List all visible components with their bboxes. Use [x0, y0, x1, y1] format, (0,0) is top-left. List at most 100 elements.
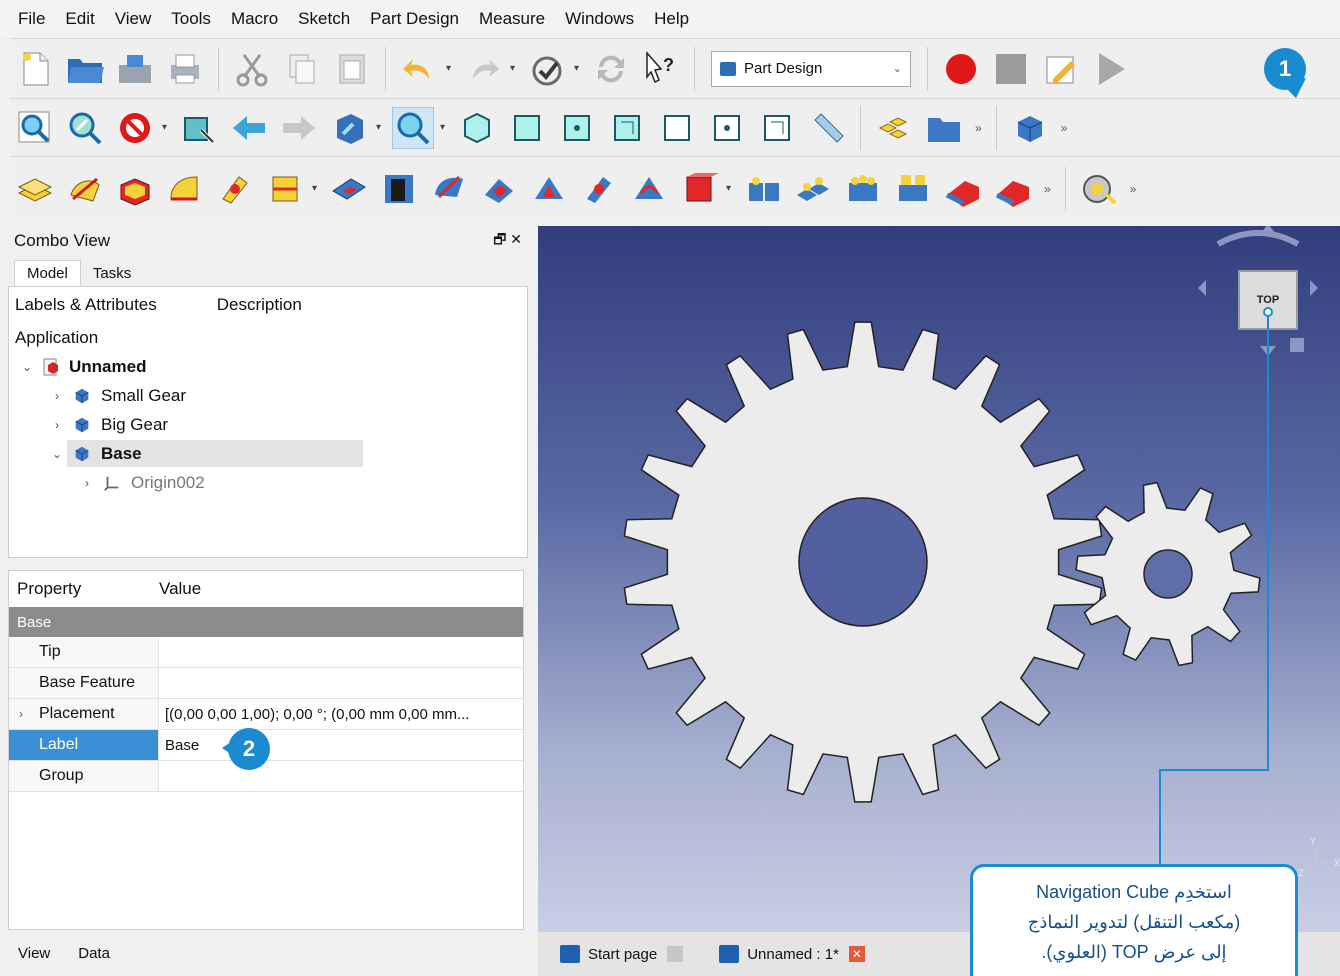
draw-style-dropdown-icon[interactable]: ▾: [162, 122, 172, 133]
tree-row-big-gear[interactable]: › Big Gear: [9, 410, 527, 439]
menu-file[interactable]: File: [18, 9, 45, 29]
tree-row-small-gear[interactable]: › Small Gear: [9, 381, 527, 410]
navcube-arrow-up-icon[interactable]: [1260, 226, 1276, 234]
std-view-icon[interactable]: [328, 107, 370, 149]
sync-view-icon[interactable]: [392, 106, 434, 149]
close-icon[interactable]: [667, 946, 684, 962]
property-row-base-feature[interactable]: Base Feature: [9, 668, 523, 699]
close-icon[interactable]: ✕: [848, 946, 865, 962]
view-rear-icon[interactable]: [656, 107, 698, 149]
menu-view[interactable]: View: [115, 9, 152, 29]
fillet-icon[interactable]: [942, 168, 984, 210]
macro-run-icon[interactable]: [1090, 48, 1132, 90]
chevron-down-icon[interactable]: ⌄: [47, 447, 67, 461]
mirrored-icon[interactable]: [742, 168, 784, 210]
macro-edit-icon[interactable]: [1040, 48, 1082, 90]
attach-sketch-icon[interactable]: [64, 168, 106, 210]
view-front-icon[interactable]: [506, 107, 548, 149]
property-row-placement[interactable]: › Placement [(0,00 0,00 1,00); 0,00 °; (…: [9, 699, 523, 730]
menu-help[interactable]: Help: [654, 9, 689, 29]
redo-dropdown-icon[interactable]: ▾: [510, 63, 520, 74]
groove-icon[interactable]: [428, 168, 470, 210]
additive-pipe-icon[interactable]: [264, 168, 306, 210]
linear-pattern-icon[interactable]: [792, 168, 834, 210]
property-value[interactable]: [159, 637, 523, 667]
macro-record-icon[interactable]: [940, 48, 982, 90]
property-value[interactable]: [159, 668, 523, 698]
menu-macro[interactable]: Macro: [231, 9, 278, 29]
create-group-icon[interactable]: [923, 107, 965, 149]
tab-model[interactable]: Model: [14, 260, 81, 286]
tab-data[interactable]: Data: [78, 945, 110, 962]
view-top-icon[interactable]: [556, 107, 598, 149]
navcube-top-face[interactable]: TOP: [1257, 294, 1279, 306]
save-icon[interactable]: [114, 48, 156, 90]
subtractive-box-icon[interactable]: [678, 168, 720, 210]
navcube-arrow-down-icon[interactable]: [1260, 346, 1276, 356]
tab-view[interactable]: View: [18, 945, 50, 962]
cut-icon[interactable]: [231, 48, 273, 90]
refresh-dropdown-icon[interactable]: ▾: [574, 63, 584, 74]
chevron-down-icon[interactable]: ⌄: [17, 360, 37, 374]
property-value[interactable]: [159, 761, 523, 791]
toolbar-overflow-icon[interactable]: »: [1061, 121, 1068, 135]
tree-row-origin[interactable]: › Origin002: [9, 468, 527, 497]
menu-tools[interactable]: Tools: [171, 9, 211, 29]
polar-pattern-icon[interactable]: [842, 168, 884, 210]
menu-edit[interactable]: Edit: [65, 9, 94, 29]
view-isometric-icon[interactable]: [456, 107, 498, 149]
print-icon[interactable]: [164, 48, 206, 90]
bounding-box-icon[interactable]: [178, 107, 220, 149]
subtractive-primitive-icon[interactable]: [628, 168, 670, 210]
chevron-right-icon[interactable]: ›: [77, 476, 97, 490]
copy-icon[interactable]: [281, 48, 323, 90]
property-row-group[interactable]: Group: [9, 761, 523, 792]
create-part-icon[interactable]: [873, 107, 915, 149]
pocket-icon[interactable]: [328, 168, 370, 210]
menu-measure[interactable]: Measure: [479, 9, 545, 29]
rotate-arc-icon[interactable]: [1216, 230, 1300, 247]
toolbar-overflow-icon[interactable]: »: [1044, 182, 1051, 196]
property-row-tip[interactable]: Tip: [9, 637, 523, 668]
navcube-arrow-right-icon[interactable]: [1310, 280, 1318, 296]
navcube-arrow-left-icon[interactable]: [1198, 280, 1206, 296]
additive-primitive-dropdown-icon[interactable]: ▾: [312, 183, 322, 194]
revolution-icon[interactable]: [164, 168, 206, 210]
hole-icon[interactable]: [378, 168, 420, 210]
view-left-icon[interactable]: [756, 107, 798, 149]
subtractive-primitive-dropdown-icon[interactable]: ▾: [726, 183, 736, 194]
macro-stop-icon[interactable]: [990, 48, 1032, 90]
whats-this-icon[interactable]: ?: [640, 48, 682, 90]
recompute-icon[interactable]: [590, 48, 632, 90]
subtractive-pipe-icon[interactable]: [528, 168, 570, 210]
property-value[interactable]: Base: [159, 730, 523, 760]
property-value[interactable]: [(0,00 0,00 1,00); 0,00 °; (0,00 mm 0,00…: [159, 699, 523, 729]
undo-icon[interactable]: [398, 48, 440, 90]
sync-view-dropdown-icon[interactable]: ▾: [440, 122, 450, 133]
undo-dropdown-icon[interactable]: ▾: [446, 63, 456, 74]
std-view-dropdown-icon[interactable]: ▾: [376, 122, 386, 133]
navigation-cube[interactable]: TOP: [1238, 270, 1298, 330]
menu-windows[interactable]: Windows: [565, 9, 634, 29]
subtractive-helix-icon[interactable]: [578, 168, 620, 210]
menu-sketch[interactable]: Sketch: [298, 9, 350, 29]
property-group-header[interactable]: Base: [9, 607, 523, 637]
workbench-selector[interactable]: Part Design ⌄: [711, 50, 911, 87]
tab-start-page[interactable]: Start page: [560, 945, 684, 963]
zoom-selection-icon[interactable]: [64, 107, 106, 149]
tree-row-document[interactable]: ⌄ Unnamed: [9, 352, 527, 381]
forward-arrow-icon[interactable]: [278, 107, 320, 149]
view-right-icon[interactable]: [606, 107, 648, 149]
measure-tape-icon[interactable]: [1078, 168, 1120, 210]
tree-row-base[interactable]: ⌄ Base: [9, 439, 527, 468]
panel-float-close-icon[interactable]: 🗗 ✕: [493, 229, 522, 253]
create-body-icon[interactable]: [1009, 107, 1051, 149]
chevron-right-icon[interactable]: ›: [47, 389, 67, 403]
tab-unnamed[interactable]: Unnamed : 1* ✕: [719, 945, 865, 963]
paste-icon[interactable]: [331, 48, 373, 90]
measure-distance-icon[interactable]: [806, 107, 848, 149]
open-folder-icon[interactable]: [64, 48, 106, 90]
subtractive-loft-icon[interactable]: [478, 168, 520, 210]
toolbar-overflow-icon[interactable]: »: [975, 121, 982, 135]
draw-style-icon[interactable]: [114, 107, 156, 149]
